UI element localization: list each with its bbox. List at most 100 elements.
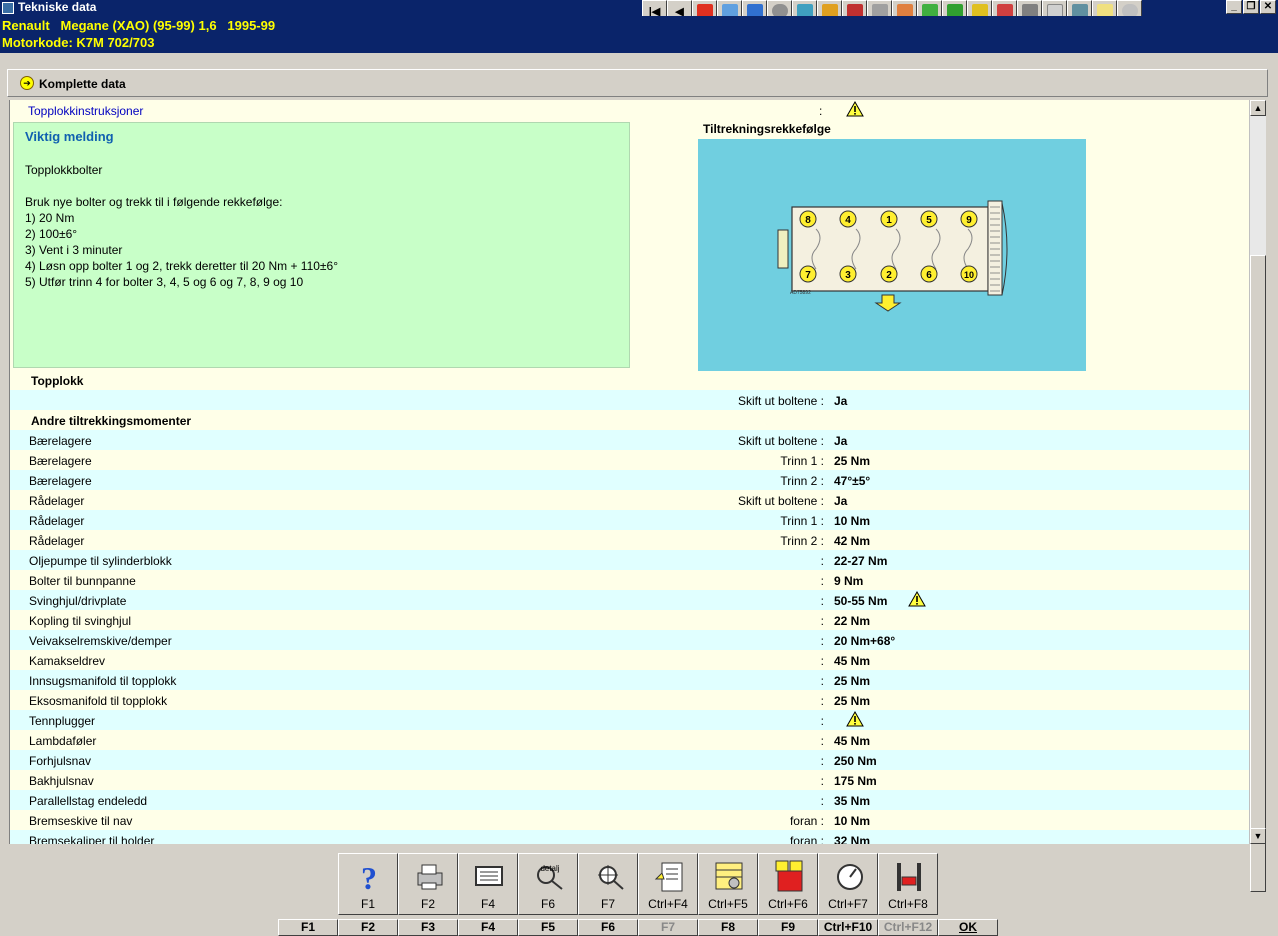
instructions-link[interactable]: Topplokkinstruksjoner	[28, 104, 143, 118]
row-sub: :	[820, 734, 824, 748]
help-button[interactable]: ? F1	[338, 853, 398, 915]
row-sub: Trinn 1 :	[780, 514, 824, 528]
row-value: 50-55 Nm	[834, 594, 888, 608]
printer-icon	[417, 864, 443, 890]
detail-search-button[interactable]: detalj F6	[518, 853, 578, 915]
table-button[interactable]: Ctrl+F5	[698, 853, 758, 915]
row-value: 45 Nm	[834, 734, 871, 748]
row-sub: Skift ut boltene :	[737, 434, 824, 448]
table-row: Bakhjulsnav:175 Nm	[10, 770, 1249, 790]
key-ok[interactable]: OK	[938, 919, 998, 936]
bolt-label: 5	[926, 215, 932, 226]
row-value: Ja	[834, 494, 848, 508]
key-f9[interactable]: F9	[758, 919, 818, 936]
row-value: 25 Nm	[834, 674, 871, 688]
notice-intro: Bruk nye bolter og trekk til i følgende …	[25, 195, 283, 209]
row-name: Bærelagere	[29, 434, 92, 448]
window-title: Tekniske data	[18, 0, 97, 14]
key-f5[interactable]: F5	[518, 919, 578, 936]
car-lift-button[interactable]: Ctrl+F8	[878, 853, 938, 915]
row-sub: :	[820, 634, 824, 648]
function-button-label: F2	[420, 897, 435, 911]
instructions-row: Topplokkinstruksjoner :	[10, 100, 1249, 120]
function-button-label: Ctrl+F7	[828, 897, 868, 911]
engine-button[interactable]: Ctrl+F6	[758, 853, 818, 915]
section-heading-row: Topplokk	[10, 370, 1249, 390]
gauge-button[interactable]: Ctrl+F7	[818, 853, 878, 915]
row-sub: :	[820, 654, 824, 668]
scroll-thumb[interactable]	[1250, 255, 1266, 892]
key-f2[interactable]: F2	[338, 919, 398, 936]
row-sub: :	[820, 614, 824, 628]
row-sub: :	[820, 574, 824, 588]
row-value: 25 Nm	[834, 454, 871, 468]
key-f7[interactable]: F7	[638, 919, 698, 936]
help-icon: ?	[361, 860, 377, 893]
table-row: Veivakselremskive/demper:20 Nm+68°	[10, 630, 1249, 650]
notes-button[interactable]: Ctrl+F4	[638, 853, 698, 915]
warning-icon[interactable]	[846, 101, 864, 117]
row-name: Svinghjul/drivplate	[29, 594, 127, 608]
bolt-label: 10	[964, 270, 974, 280]
scroll-down-icon[interactable]: ▼	[1250, 828, 1266, 844]
row-name: Parallellstag endeledd	[29, 794, 148, 808]
row-sub: :	[820, 794, 824, 808]
warning-icon[interactable]	[846, 711, 864, 727]
notice-subject: Topplokkbolter	[25, 163, 103, 177]
important-notice: Viktig melding Topplokkbolter Bruk nye b…	[13, 122, 630, 368]
key-ctrl-f10[interactable]: Ctrl+F10	[818, 919, 878, 936]
table-row: Bærelagere Trinn 1 : 25 Nm	[10, 450, 1249, 470]
bolt-label: 8	[805, 215, 811, 226]
app-icon	[2, 2, 14, 14]
function-button-label: Ctrl+F5	[708, 897, 748, 911]
row-sub: :	[820, 594, 824, 608]
zoom-icon	[598, 865, 624, 890]
row-name: Rådelager	[29, 514, 85, 528]
table-row: Forhjulsnav:250 Nm	[10, 750, 1249, 770]
key-ctrl-f12[interactable]: Ctrl+F12	[878, 919, 938, 936]
row-value: 22 Nm	[834, 614, 871, 628]
row-sub: :	[820, 774, 824, 788]
key-f6[interactable]: F6	[578, 919, 638, 936]
row-sub: :	[820, 754, 824, 768]
row-name: Veivakselremskive/demper	[29, 634, 172, 648]
printer-button[interactable]: F2	[398, 853, 458, 915]
row-sub: :	[820, 714, 824, 728]
close-icon[interactable]: ✕	[1260, 0, 1276, 14]
warning-icon[interactable]	[908, 591, 926, 607]
notice-step: 5) Utfør trinn 4 for bolter 3, 4, 5 og 6…	[25, 275, 304, 289]
row-value: 10 Nm	[834, 814, 871, 828]
table-row: Oljepumpe til sylinderblokk:22-27 Nm	[10, 550, 1249, 570]
gauge-icon	[837, 864, 863, 890]
minimize-icon[interactable]: _	[1226, 0, 1242, 14]
notice-step: 4) Løsn opp bolter 1 og 2, trekk derette…	[25, 259, 338, 273]
key-f1[interactable]: F1	[278, 919, 338, 936]
restore-icon[interactable]: ❐	[1243, 0, 1259, 14]
svg-text:?: ?	[361, 860, 377, 893]
bolt-label: 7	[805, 270, 811, 281]
vertical-scrollbar[interactable]: ▲ ▼	[1249, 100, 1266, 892]
bolt-label: 4	[845, 215, 851, 226]
function-button-label: F6	[540, 897, 555, 911]
row-name: Bolter til bunnpanne	[29, 574, 136, 588]
zoom-button[interactable]: F7	[578, 853, 638, 915]
row-value: 10 Nm	[834, 514, 871, 528]
table-row: Innsugsmanifold til topplokk:25 Nm	[10, 670, 1249, 690]
scroll-up-icon[interactable]: ▲	[1250, 100, 1266, 116]
table-row: Bremsekaliper til holder foran : 32 Nm	[10, 830, 1249, 844]
table-row: Tennplugger:	[10, 710, 1249, 730]
function-button-label: Ctrl+F8	[888, 897, 928, 911]
function-button-label: F7	[600, 897, 615, 911]
screen-button[interactable]: F4	[458, 853, 518, 915]
row-value: 45 Nm	[834, 654, 871, 668]
section-label: Komplette data	[39, 77, 126, 91]
row-value: 9 Nm	[834, 574, 864, 588]
row-value: 175 Nm	[834, 774, 877, 788]
key-f4[interactable]: F4	[458, 919, 518, 936]
table-row: Kopling til svinghjul:22 Nm	[10, 610, 1249, 630]
key-f8[interactable]: F8	[698, 919, 758, 936]
function-button-label: F1	[360, 897, 375, 911]
section-header[interactable]: ➔ Komplette data	[7, 69, 1268, 97]
row-name: Kamakseldrev	[29, 654, 106, 668]
key-f3[interactable]: F3	[398, 919, 458, 936]
